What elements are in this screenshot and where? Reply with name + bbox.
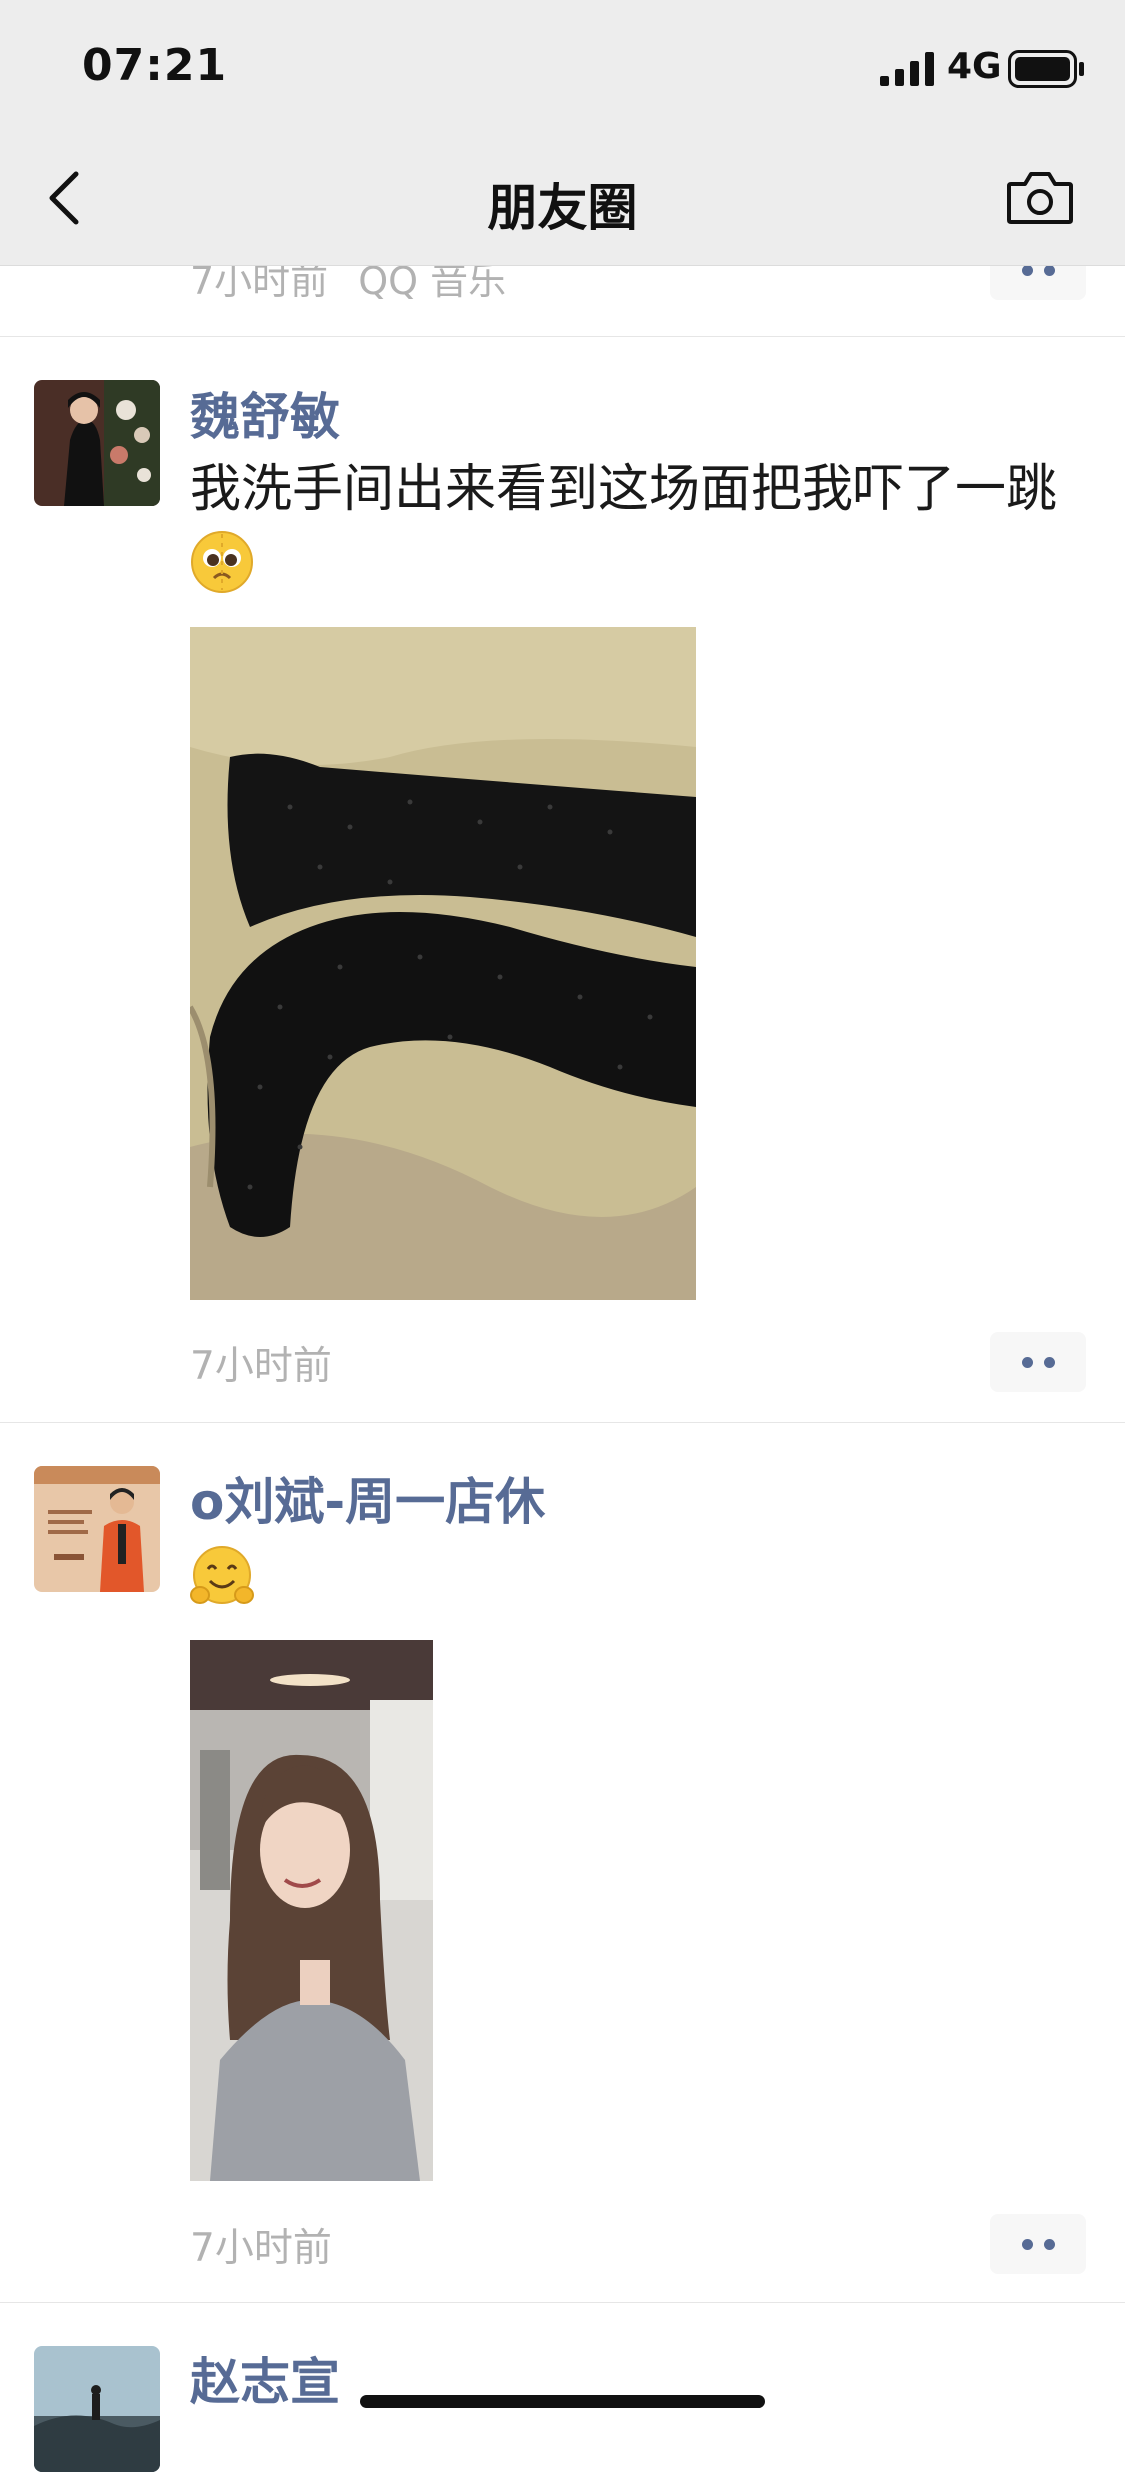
- more-button[interactable]: [990, 1332, 1086, 1392]
- signal-icon: [880, 52, 934, 86]
- avatar[interactable]: [34, 380, 160, 506]
- moment-post: 魏舒敏 我洗手间出来看到这场面把我吓了一跳 7小时前: [0, 337, 1125, 1423]
- home-indicator[interactable]: [360, 2395, 765, 2408]
- top-bar: 07:21 4G 朋友圈: [0, 0, 1125, 266]
- post-time: 7小时前: [190, 2226, 332, 2271]
- moment-post: 赵志宣: [0, 2302, 1125, 2472]
- camera-button[interactable]: [1005, 168, 1075, 228]
- page-title: 朋友圈: [487, 179, 638, 237]
- status-time: 07:21: [82, 40, 228, 91]
- post-username[interactable]: o刘斌-周一店休: [190, 1462, 545, 1534]
- post-text: 我洗手间出来看到这场面把我吓了一跳: [190, 455, 1090, 595]
- hugging-face-emoji: [190, 1546, 254, 1604]
- post-photo[interactable]: [190, 1640, 433, 2181]
- more-button[interactable]: [990, 2214, 1086, 2274]
- network-type: 4G: [947, 46, 1002, 87]
- post-username[interactable]: 赵志宣: [190, 2342, 340, 2414]
- post-photo[interactable]: [190, 627, 696, 1300]
- battery-icon: [1008, 50, 1084, 88]
- post-text: [190, 1540, 1090, 1610]
- pleading-face-emoji: [191, 531, 253, 593]
- camera-icon: [1007, 172, 1073, 224]
- post-username[interactable]: 魏舒敏: [190, 377, 340, 449]
- avatar[interactable]: [34, 1466, 160, 1592]
- moments-feed[interactable]: 7小时前 QQ 音乐 魏舒敏 我洗手间出来看到这场面把我吓了一跳 7小时前 o刘…: [0, 0, 1125, 2472]
- moment-post: o刘斌-周一店休 7小时前: [0, 1422, 1125, 2303]
- avatar[interactable]: [34, 2346, 160, 2472]
- post-time: 7小时前: [190, 1344, 332, 1389]
- post-text-content: 我洗手间出来看到这场面把我吓了一跳: [190, 460, 1058, 519]
